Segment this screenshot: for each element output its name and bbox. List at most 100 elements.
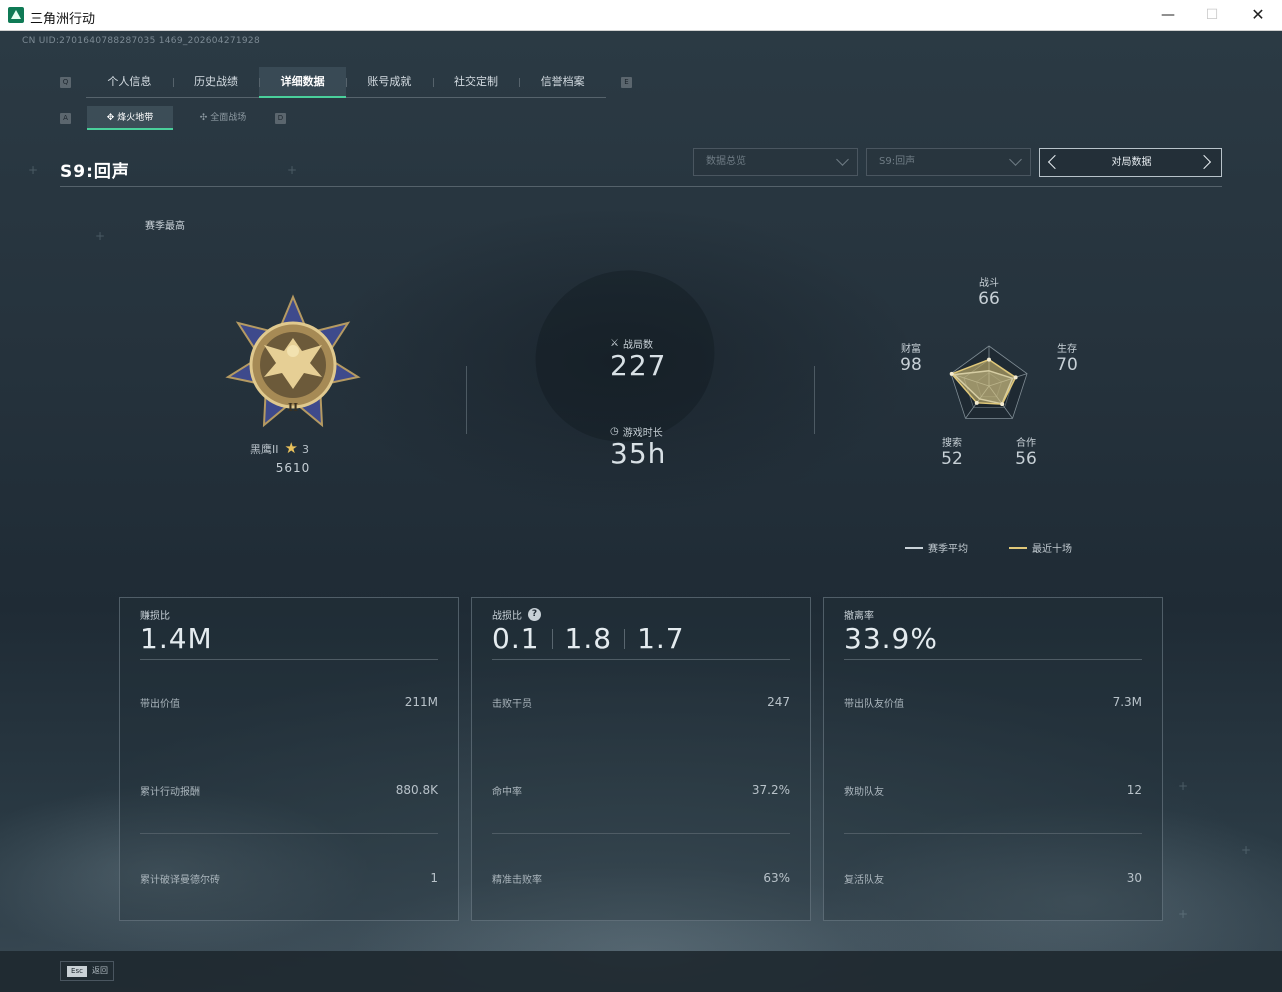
pager-label: 对局数据 <box>1111 157 1152 168</box>
kd-value: 0.1 <box>492 622 540 655</box>
section-divider <box>814 366 815 434</box>
stat-value: 37.2% <box>751 783 790 797</box>
extraction-rate-card: 撤离率 33.9% 带出队友价值 7.3M 救助队友 12 复活队友 30 <box>823 597 1163 921</box>
stat-label: 精准击败率 <box>492 875 542 886</box>
subtab-extraction-mode[interactable]: ✥ 烽火地带 <box>87 106 173 130</box>
season-best-label: 赛季最高 <box>145 221 185 232</box>
playtime-value: 35h <box>610 437 667 470</box>
season-dropdown[interactable]: S9:回声 <box>866 148 1031 176</box>
crosshair-icon: ✣ <box>199 113 211 123</box>
stat-label: 命中率 <box>492 787 522 798</box>
deco-cross: + <box>1178 779 1189 793</box>
kd-ratio-card: 战损比 ? 0.1 1.8 1.7 击败干员 247 命中率 37.2% 精准击… <box>471 597 811 921</box>
matches-stat: ⚔ 战局数 227 <box>610 336 666 381</box>
radar-axis-value: 98 <box>900 355 922 375</box>
help-icon[interactable]: ? <box>528 608 541 621</box>
card-title: 赚损比 <box>140 611 170 622</box>
stat-label: 带出价值 <box>140 699 180 710</box>
radar-axis-label: 财富 <box>901 344 921 355</box>
card-divider <box>140 659 438 660</box>
stat-value: 880.8K <box>395 783 438 797</box>
crossed-swords-icon: ⚔ <box>610 338 619 349</box>
stat-label: 累计行动报酬 <box>140 787 200 798</box>
radar-axis-value: 52 <box>941 449 963 469</box>
tab-next-key[interactable]: E <box>621 77 632 88</box>
card-main-value: 1.4M <box>140 622 213 655</box>
rank-stars: 3 <box>301 443 309 456</box>
stat-value: 63% <box>763 871 790 885</box>
tab-match-history[interactable]: 历史战绩 <box>172 67 260 98</box>
stat-label: 带出队友价值 <box>844 699 904 710</box>
legend-season-average: 赛季平均 <box>905 540 968 555</box>
card-stat-row: 累计破译曼德尔砖 1 <box>140 871 438 886</box>
tab-social[interactable]: 社交定制 <box>432 67 520 98</box>
legend-recent-ten: 最近十场 <box>1009 540 1072 555</box>
bottom-bar: Esc 返回 <box>0 951 1282 992</box>
tab-prev-key[interactable]: Q <box>60 77 71 88</box>
radar-point <box>949 371 954 376</box>
star-icon: ★ <box>284 439 298 457</box>
radar-axis-label: 搜索 <box>942 438 962 449</box>
deco-cross: + <box>1241 843 1252 857</box>
subtab-warfare-mode[interactable]: ✣ 全面战场 <box>178 106 268 130</box>
card-main-value: 33.9% <box>844 622 938 655</box>
kd-value: 1.8 <box>564 622 613 655</box>
legend-swatch <box>1009 546 1027 549</box>
card-divider <box>492 659 790 660</box>
card-stat-row: 带出队友价值 7.3M <box>844 695 1142 710</box>
subtab-label: 全面战场 <box>210 113 247 123</box>
value-separator <box>551 628 553 649</box>
stat-value: 211M <box>404 695 438 709</box>
stat-label: 救助队友 <box>844 787 884 798</box>
tab-personal-info[interactable]: 个人信息 <box>86 67 173 98</box>
tab-achievements[interactable]: 账号成就 <box>346 67 433 98</box>
card-divider <box>492 833 790 834</box>
maximize-button[interactable]: ☐ <box>1200 4 1224 26</box>
tabs: 个人信息 历史战绩 详细数据 账号成就 社交定制 信誉档案 <box>86 67 606 98</box>
playtime-stat: ◷ 游戏时长 35h <box>610 424 666 469</box>
legend-label: 最近十场 <box>1032 544 1072 555</box>
radar-point <box>987 357 991 362</box>
card-stat-row: 累计行动报酬 880.8K <box>140 783 438 798</box>
radar-axis-value: 56 <box>1015 449 1037 469</box>
radar-axis-value: 70 <box>1056 355 1078 375</box>
player-uid: CN UID:2701640788287035 1469_20260427192… <box>22 36 260 46</box>
stat-label: 复活队友 <box>844 875 884 886</box>
rank-score: 5610 <box>275 461 311 475</box>
matches-value: 227 <box>610 349 667 382</box>
back-button[interactable]: Esc 返回 <box>60 961 114 981</box>
app-logo-icon <box>8 7 24 23</box>
card-stat-row: 命中率 37.2% <box>492 783 790 798</box>
card-stat-row: 带出价值 211M <box>140 695 438 710</box>
flame-icon: ✥ <box>106 113 118 123</box>
card-divider <box>140 833 438 834</box>
section-divider <box>466 366 467 434</box>
match-data-pager: 对局数据 <box>1039 148 1222 177</box>
deco-cross: + <box>28 163 39 177</box>
minimize-button[interactable]: — <box>1156 4 1180 26</box>
card-stat-row: 复活队友 30 <box>844 871 1142 886</box>
data-overview-dropdown[interactable]: 数据总览 <box>693 148 858 176</box>
subtab-prev-key[interactable]: A <box>60 113 71 124</box>
window-titlebar: 三角洲行动 — ☐ ✕ <box>0 0 1282 31</box>
subtab-next-key[interactable]: D <box>275 113 286 124</box>
back-label: 返回 <box>92 966 108 975</box>
radar-point <box>1000 402 1005 407</box>
deco-cross: + <box>95 229 106 243</box>
kd-value: 1.7 <box>637 622 685 655</box>
chevron-down-icon <box>1009 153 1022 166</box>
window-title: 三角洲行动 <box>30 12 96 27</box>
header-divider <box>60 186 1222 187</box>
kd-values: 0.1 1.8 1.7 <box>492 622 685 655</box>
stat-value: 12 <box>1126 783 1142 797</box>
deco-cross: + <box>1178 907 1189 921</box>
card-title-row: 战损比 ? <box>492 607 541 622</box>
rank-title: 黑鹰II <box>250 443 279 456</box>
close-button[interactable]: ✕ <box>1246 4 1270 26</box>
svg-text:II: II <box>288 401 298 414</box>
tab-detailed-data[interactable]: 详细数据 <box>259 67 347 98</box>
tab-reputation[interactable]: 信誉档案 <box>519 67 606 98</box>
rank-badge-icon: II <box>225 294 361 428</box>
stat-value: 7.3M <box>1112 695 1142 709</box>
legend-label: 赛季平均 <box>928 544 968 555</box>
